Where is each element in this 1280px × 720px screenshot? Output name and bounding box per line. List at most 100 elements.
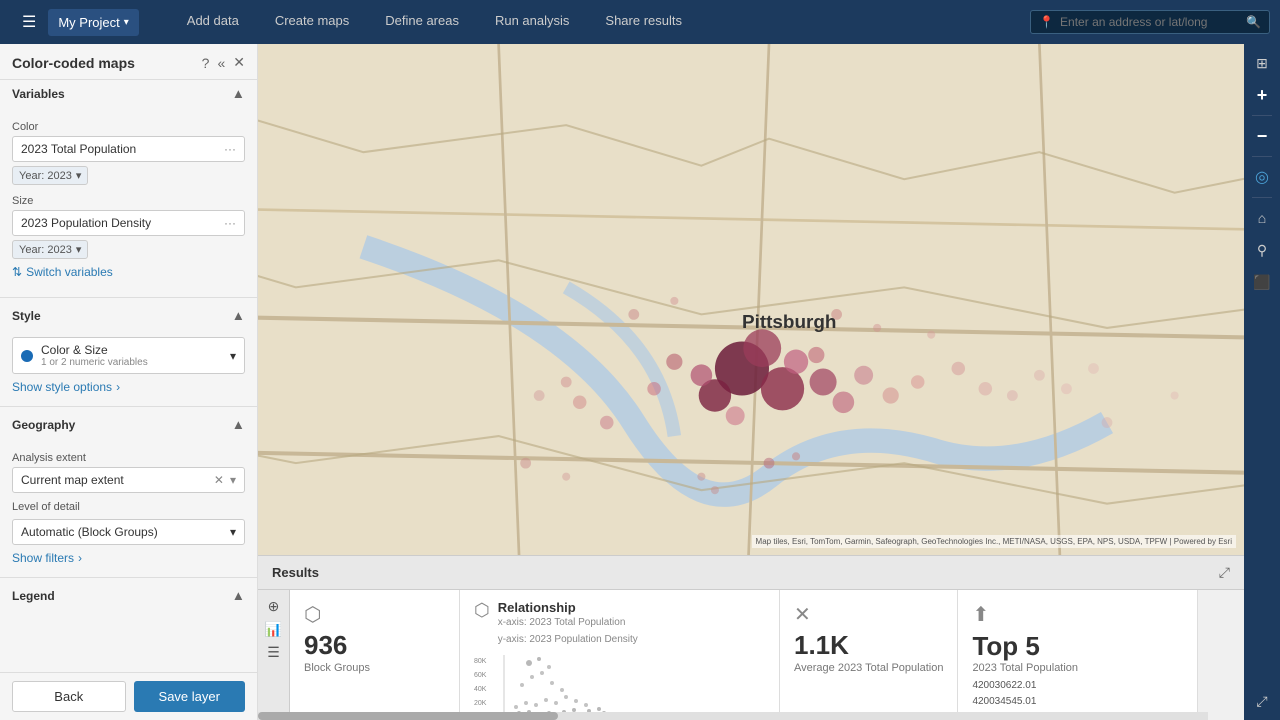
nav-run-analysis[interactable]: Run analysis: [477, 3, 587, 41]
size-var-menu[interactable]: ···: [224, 216, 236, 230]
divider-1: [0, 297, 257, 298]
block-groups-value: 936: [304, 631, 445, 660]
results-scrollbar[interactable]: [258, 712, 1208, 720]
style-select[interactable]: Color & Size 1 or 2 numeric variables ▾: [12, 337, 245, 374]
color-var-row: 2023 Total Population ···: [12, 136, 245, 162]
toolbar-separator-3: [1252, 197, 1272, 198]
variables-collapse-icon[interactable]: ▲: [232, 86, 245, 101]
main-layout: Color-coded maps ? « ✕ Variables ▲ Color…: [0, 44, 1280, 720]
geography-collapse-icon[interactable]: ▲: [232, 417, 245, 432]
map-area[interactable]: Pittsburgh Map tiles, Esri, TomTom, Garm…: [258, 44, 1280, 720]
nav-items: Add data Create maps Define areas Run an…: [169, 3, 1030, 41]
relationship-xaxis: x-axis: 2023 Total Population: [498, 617, 638, 628]
scatter-plot: 80K 60K 40K 20K 10K 0 1K 2K 3K 4K 5K 6K: [474, 655, 754, 719]
relationship-icon: ⬡: [474, 600, 490, 621]
map-expand-btn[interactable]: ⤢: [1247, 686, 1277, 716]
block-groups-icon: ⬡: [304, 602, 445, 627]
project-name: My Project: [58, 15, 119, 30]
map-home-btn[interactable]: ⌂: [1247, 203, 1277, 233]
relationship-title: Relationship: [498, 600, 638, 615]
results-expand-button[interactable]: ⤢: [1219, 564, 1230, 581]
average-value: 1.1K: [794, 631, 943, 660]
map-location-btn[interactable]: ◎: [1247, 162, 1277, 192]
extent-chevron-icon[interactable]: ▾: [230, 473, 236, 487]
save-layer-button[interactable]: Save layer: [134, 681, 246, 712]
detail-value: Automatic (Block Groups): [21, 525, 158, 539]
extent-clear-icon[interactable]: ✕: [214, 473, 224, 487]
map-extent-btn[interactable]: ⬛: [1247, 267, 1277, 297]
geography-section: Analysis extent Current map extent ✕ ▾ L…: [0, 438, 257, 573]
project-button[interactable]: My Project ▾: [48, 9, 138, 36]
svg-text:Pittsburgh: Pittsburgh: [742, 312, 837, 333]
size-var-name: 2023 Population Density: [21, 216, 151, 230]
top5-desc: 2023 Total Population: [972, 662, 1183, 674]
style-collapse-icon[interactable]: ▲: [232, 308, 245, 323]
panel-header: Color-coded maps ? « ✕: [0, 44, 257, 80]
variables-section: Color 2023 Total Population ··· Year: 20…: [0, 107, 257, 293]
search-input[interactable]: [1060, 15, 1240, 29]
menu-icon[interactable]: ☰: [10, 12, 48, 32]
results-table-icon[interactable]: ☰: [267, 644, 280, 661]
switch-icon: ⇅: [12, 265, 22, 279]
back-button[interactable]: Back: [12, 681, 126, 712]
color-year-value: Year: 2023: [19, 170, 72, 182]
variables-label: Variables: [12, 87, 65, 101]
chevron-down-icon: ▾: [124, 17, 129, 28]
map-search-btn[interactable]: ⚲: [1247, 235, 1277, 265]
nav-add-data[interactable]: Add data: [169, 3, 257, 41]
help-button[interactable]: ?: [202, 55, 210, 71]
detail-select[interactable]: Automatic (Block Groups) ▾: [12, 519, 245, 545]
color-var-menu[interactable]: ···: [224, 142, 236, 156]
size-year-value: Year: 2023: [19, 244, 72, 256]
relationship-yaxis: y-axis: 2023 Population Density: [498, 634, 638, 645]
top5-item-1: 420030622.01: [972, 678, 1183, 694]
show-style-options[interactable]: Show style options ›: [12, 380, 245, 394]
svg-text:60K: 60K: [474, 672, 487, 679]
result-card-block-groups: ⬡ 936 Block Groups: [290, 590, 460, 719]
nav-share-results[interactable]: Share results: [587, 3, 700, 41]
size-year-select[interactable]: Year: 2023 ▾: [12, 240, 88, 259]
variables-section-header[interactable]: Variables ▲: [0, 80, 257, 107]
map-zoom-in-btn[interactable]: +: [1247, 80, 1277, 110]
average-icon: ✕: [794, 602, 943, 627]
results-header: Results ⤢: [258, 556, 1244, 590]
svg-text:80K: 80K: [474, 658, 487, 665]
close-button[interactable]: ✕: [233, 54, 245, 71]
switch-label: Switch variables: [26, 265, 113, 279]
bottom-buttons: Back Save layer: [0, 672, 257, 720]
show-options-label: Show style options: [12, 380, 112, 394]
top5-value: Top 5: [972, 631, 1183, 662]
results-chart-icon[interactable]: 📊: [265, 621, 282, 638]
map-zoom-out-btn[interactable]: −: [1247, 121, 1277, 151]
result-card-top5: ⬆ Top 5 2023 Total Population 420030622.…: [958, 590, 1198, 719]
legend-section-header[interactable]: Legend ▲: [0, 582, 257, 609]
switch-variables-button[interactable]: ⇅ Switch variables: [12, 259, 245, 285]
show-filters-arrow: ›: [78, 551, 82, 565]
search-icon[interactable]: 🔍: [1246, 15, 1261, 29]
show-filters-label: Show filters: [12, 551, 74, 565]
geography-section-header[interactable]: Geography ▲: [0, 411, 257, 438]
color-year-chevron: ▾: [76, 169, 82, 182]
analysis-extent-label: Analysis extent: [12, 452, 245, 464]
style-sub: 1 or 2 numeric variables: [41, 357, 148, 368]
map-grid-icon[interactable]: ⊞: [1247, 48, 1277, 78]
show-filters-button[interactable]: Show filters ›: [12, 551, 245, 565]
map-toolbar: ⊞ + − ◎ ⌂ ⚲ ⬛ ⤢: [1244, 44, 1280, 720]
collapse-button[interactable]: «: [217, 55, 225, 71]
scroll-thumb[interactable]: [258, 712, 558, 720]
nav-create-maps[interactable]: Create maps: [257, 3, 367, 41]
nav-define-areas[interactable]: Define areas: [367, 3, 477, 41]
results-zoom-icon[interactable]: ⊕: [268, 598, 280, 615]
svg-text:40K: 40K: [474, 686, 487, 693]
extent-row: Current map extent ✕ ▾: [12, 467, 245, 493]
legend-collapse-icon[interactable]: ▲: [232, 588, 245, 603]
results-cards: ⊕ 📊 ☰ ⬡ 936 Block Groups ⬡ Relationship: [258, 590, 1244, 719]
size-var-row: 2023 Population Density ···: [12, 210, 245, 236]
extent-actions: ✕ ▾: [214, 473, 236, 487]
size-label: Size: [12, 195, 245, 207]
results-tools: ⊕ 📊 ☰: [258, 590, 290, 719]
map-attribution: Map tiles, Esri, TomTom, Garmin, Safeogr…: [752, 535, 1236, 548]
top5-icon: ⬆: [972, 602, 1183, 627]
style-section-header[interactable]: Style ▲: [0, 302, 257, 329]
color-year-select[interactable]: Year: 2023 ▾: [12, 166, 88, 185]
